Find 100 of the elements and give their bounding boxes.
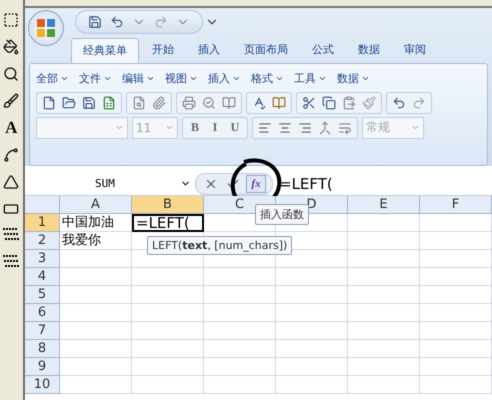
grid-cell bbox=[420, 322, 492, 340]
menu-item[interactable]: 插入 bbox=[208, 70, 241, 86]
grid-cell bbox=[420, 376, 492, 394]
grid-cell bbox=[132, 358, 204, 376]
grid-cell bbox=[348, 340, 420, 358]
grid-cell: 我爱你 bbox=[60, 232, 132, 250]
menu-item[interactable]: 数据 bbox=[337, 70, 370, 86]
caret-icon bbox=[411, 123, 420, 132]
attach-icon[interactable] bbox=[150, 94, 168, 112]
caret-icon bbox=[165, 123, 174, 132]
grid-cell bbox=[348, 358, 420, 376]
copy-icon[interactable] bbox=[320, 94, 338, 112]
row-header[interactable]: 8 bbox=[25, 340, 60, 358]
caret-icon bbox=[115, 123, 124, 132]
grid-cell bbox=[132, 340, 204, 358]
row-header[interactable]: 3 bbox=[25, 250, 60, 268]
grid-cell bbox=[60, 340, 132, 358]
ribbon-tab[interactable]: 页面布局 bbox=[233, 38, 299, 63]
menu-item[interactable]: 文件 bbox=[79, 70, 112, 86]
menu-item[interactable]: 全部 bbox=[36, 70, 69, 86]
grid-cell bbox=[60, 358, 132, 376]
menu-item[interactable]: 格式 bbox=[251, 70, 284, 86]
grid-cell bbox=[420, 232, 492, 250]
grid-cell bbox=[132, 304, 204, 322]
grid-cell bbox=[348, 250, 420, 268]
menu-item[interactable]: 工具 bbox=[294, 70, 327, 86]
grid-cell bbox=[348, 304, 420, 322]
ribbon-tab[interactable]: 经典菜单 bbox=[71, 38, 139, 63]
grid-cell bbox=[420, 214, 492, 232]
grid-cell bbox=[132, 268, 204, 286]
grid-cell bbox=[204, 358, 276, 376]
text-tool[interactable]: A bbox=[0, 118, 22, 137]
grid-cell bbox=[276, 322, 348, 340]
ribbon-tab[interactable]: 数据 bbox=[347, 38, 391, 63]
grid-cell bbox=[420, 286, 492, 304]
grid-cell bbox=[276, 376, 348, 394]
grid-cell bbox=[204, 340, 276, 358]
grid-cell bbox=[276, 358, 348, 376]
grid-cell bbox=[276, 286, 348, 304]
grid-cell bbox=[60, 286, 132, 304]
grid-cell bbox=[204, 304, 276, 322]
grid-cell bbox=[348, 322, 420, 340]
grid-cell bbox=[348, 268, 420, 286]
grid-cell bbox=[276, 340, 348, 358]
format-button[interactable]: B bbox=[186, 118, 204, 136]
column-header[interactable]: A bbox=[60, 196, 132, 214]
office-button[interactable] bbox=[28, 10, 64, 46]
tooltip: 插入函数 bbox=[255, 204, 309, 225]
row-header[interactable]: 10 bbox=[25, 376, 60, 394]
grid-cell bbox=[348, 376, 420, 394]
row-header[interactable]: 9 bbox=[25, 358, 60, 376]
grid-cell bbox=[276, 268, 348, 286]
ribbon-tab[interactable]: 插入 bbox=[187, 38, 231, 63]
grid-cell bbox=[420, 250, 492, 268]
formula-input[interactable]: =LEFT( bbox=[273, 174, 333, 192]
print-icon[interactable] bbox=[180, 94, 198, 112]
row-header[interactable]: 1 bbox=[25, 214, 60, 232]
ribbon-tab[interactable]: 审阅 bbox=[393, 38, 437, 63]
grid-cell bbox=[348, 232, 420, 250]
row-header[interactable]: 7 bbox=[25, 322, 60, 340]
row-header[interactable]: 4 bbox=[25, 268, 60, 286]
name-box[interactable]: SUM bbox=[25, 177, 195, 190]
menu-item[interactable]: 编辑 bbox=[122, 70, 155, 86]
grid-cell bbox=[60, 250, 132, 268]
grid-cell bbox=[204, 322, 276, 340]
grid-cell bbox=[420, 304, 492, 322]
row-header[interactable]: 2 bbox=[25, 232, 60, 250]
grid-cell bbox=[420, 268, 492, 286]
font-name-field[interactable] bbox=[36, 116, 128, 138]
row-header[interactable]: 6 bbox=[25, 304, 60, 322]
grid-cell bbox=[132, 322, 204, 340]
column-header[interactable]: E bbox=[348, 196, 420, 214]
ribbon-tab[interactable]: 公式 bbox=[301, 38, 345, 63]
grid-cell bbox=[420, 358, 492, 376]
save-icon[interactable] bbox=[86, 13, 104, 31]
grid-cell bbox=[420, 340, 492, 358]
insert-function-button[interactable]: fx bbox=[246, 174, 266, 192]
grid-cell bbox=[60, 322, 132, 340]
function-hint: LEFT(text, [num_chars]) bbox=[147, 236, 292, 255]
column-header[interactable]: F bbox=[420, 196, 492, 214]
format-button[interactable]: U bbox=[226, 118, 244, 136]
grid-cell bbox=[348, 286, 420, 304]
grid-cell bbox=[60, 268, 132, 286]
grid-cell bbox=[204, 376, 276, 394]
grid-cell bbox=[204, 268, 276, 286]
office-logo bbox=[36, 18, 56, 38]
grid-cell bbox=[60, 304, 132, 322]
ribbon-tab[interactable]: 开始 bbox=[141, 38, 185, 63]
grid-cell bbox=[204, 286, 276, 304]
row-header[interactable]: 5 bbox=[25, 286, 60, 304]
grid-cell bbox=[348, 214, 420, 232]
format-button[interactable]: I bbox=[206, 118, 224, 136]
column-header[interactable]: B bbox=[132, 196, 204, 214]
menu-item[interactable]: 视图 bbox=[165, 70, 198, 86]
grid-cell bbox=[132, 376, 204, 394]
grid-cell bbox=[60, 376, 132, 394]
grid-cell bbox=[132, 286, 204, 304]
grid-cell bbox=[276, 304, 348, 322]
grid-cell: 中国加油 bbox=[60, 214, 132, 232]
active-cell[interactable]: =LEFT( bbox=[132, 214, 204, 232]
